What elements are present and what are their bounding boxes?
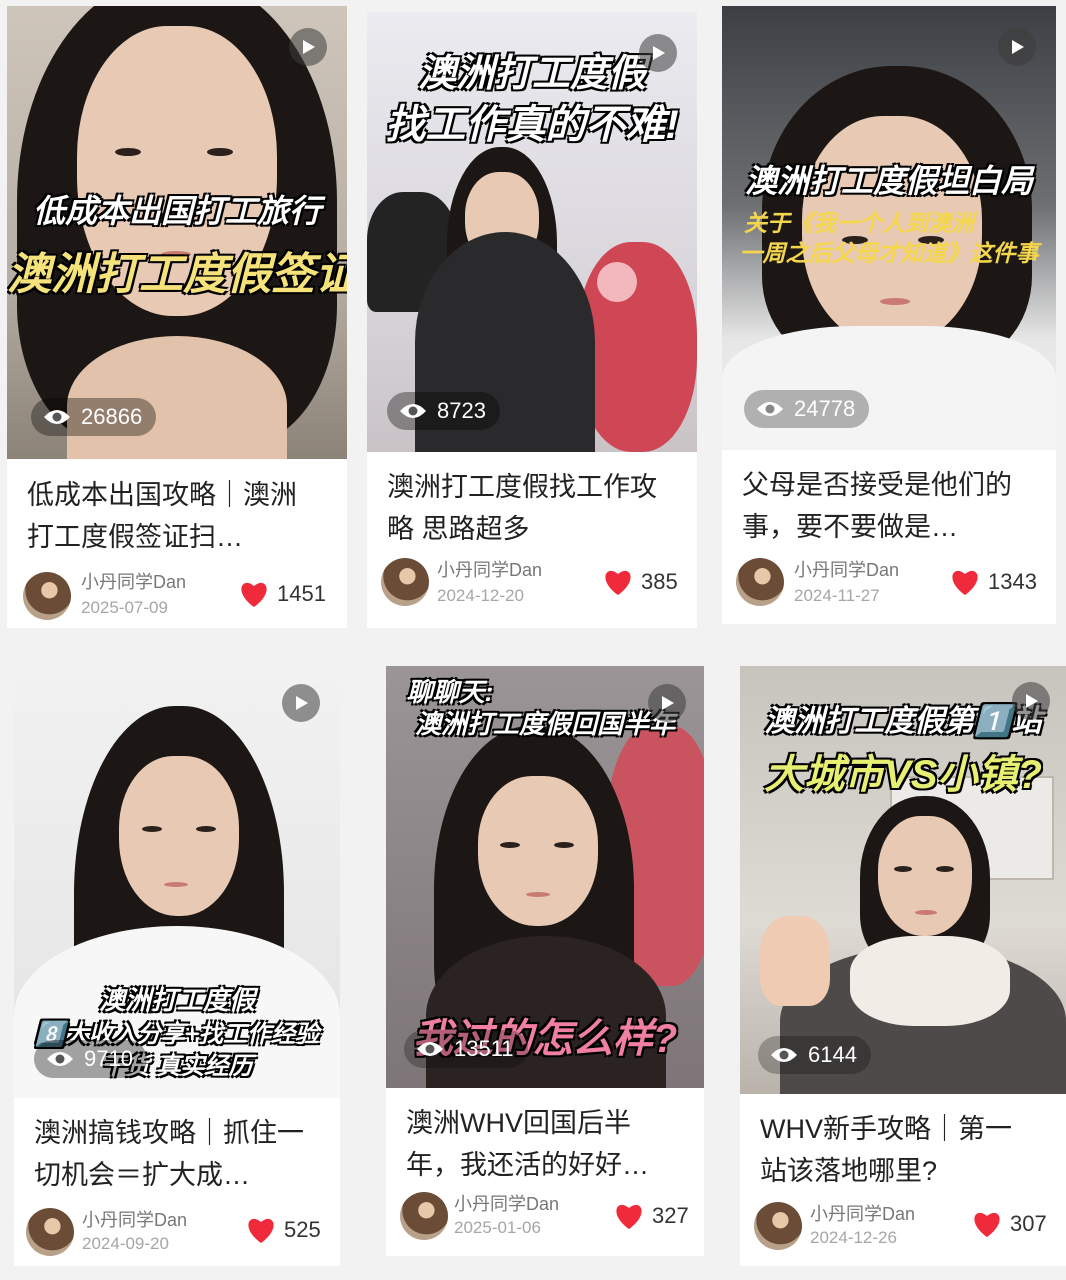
post-date: 2025-07-09 [81, 598, 168, 617]
avatar[interactable] [23, 572, 71, 620]
thumbnail-caption: 找工作真的不难! [385, 103, 679, 147]
eye-icon [44, 410, 70, 424]
video-title[interactable]: 低成本出国攻略｜澳洲打工度假签证扫… [27, 474, 317, 558]
view-count: 9710 [34, 1040, 147, 1078]
video-title[interactable]: WHV新手攻略｜第一站该落地哪里? [760, 1108, 1036, 1192]
avatar[interactable] [400, 1192, 448, 1240]
video-title[interactable]: 澳洲搞钱攻略｜抓住一切机会＝扩大成… [34, 1112, 310, 1196]
post-date: 2025-01-06 [454, 1218, 541, 1237]
like-count-value: 307 [1010, 1211, 1047, 1236]
video-title[interactable]: 澳洲打工度假找工作攻略 思路超多 [387, 466, 667, 550]
post-date: 2024-09-20 [82, 1234, 169, 1253]
eye-icon [400, 404, 426, 418]
thumbnail-caption: 一周之后父母才知道》这件事 [739, 240, 1039, 266]
like-count-value: 385 [641, 569, 678, 594]
author-name[interactable]: 小丹同学Dan [454, 1190, 559, 1216]
video-thumbnail[interactable]: 澳洲打工度假 找工作真的不难! 8723 [367, 12, 697, 452]
play-icon [653, 46, 665, 60]
view-count-value: 6144 [808, 1042, 857, 1067]
video-thumbnail[interactable]: 聊聊天: 澳洲打工度假回国半年 我过的怎么样? 13511 [386, 666, 704, 1088]
video-card[interactable]: 聊聊天: 澳洲打工度假回国半年 我过的怎么样? 13511 澳洲WHV回国后半年… [386, 666, 704, 1256]
thumbnail-caption: 低成本出国打工旅行 [32, 193, 321, 229]
thumbnail-caption: 关于《我一个人到澳洲 [744, 210, 974, 236]
video-title[interactable]: 父母是否接受是他们的事，要不要做是… [742, 464, 1026, 548]
like-count-value: 525 [284, 1217, 321, 1242]
thumbnail-caption: 澳洲打工度假坦白局 [744, 163, 1033, 199]
video-card[interactable]: 澳洲打工度假坦白局 关于《我一个人到澳洲 一周之后父母才知道》这件事 24778… [722, 6, 1056, 624]
thumbnail-caption: 澳洲打工度假签证 [7, 250, 347, 299]
view-count: 13511 [404, 1030, 528, 1068]
like-count[interactable]: 525 [246, 1216, 321, 1244]
like-count-value: 327 [652, 1203, 689, 1228]
view-count-value: 26866 [81, 404, 143, 429]
video-thumbnail[interactable]: 澳洲打工度假坦白局 关于《我一个人到澳洲 一周之后父母才知道》这件事 24778 [722, 6, 1056, 450]
play-icon [1012, 40, 1024, 54]
play-button[interactable] [998, 28, 1036, 66]
play-icon [1026, 694, 1038, 708]
like-count[interactable]: 1451 [239, 580, 326, 608]
view-count-value: 9710 [84, 1046, 133, 1071]
like-count-value: 1343 [988, 569, 1037, 594]
post-date: 2024-12-26 [810, 1228, 897, 1247]
play-icon [296, 696, 308, 710]
video-card[interactable]: 澳洲打工度假第1️⃣站 大城市VS小镇? 6144 WHV新手攻略｜第一站该落地… [740, 666, 1066, 1266]
heart-icon [952, 570, 978, 595]
heart-icon [241, 582, 267, 607]
video-title[interactable]: 澳洲WHV回国后半年，我还活的好好… [406, 1102, 674, 1186]
view-count: 8723 [387, 392, 500, 430]
play-button[interactable] [282, 684, 320, 722]
play-button[interactable] [648, 684, 686, 722]
avatar[interactable] [754, 1202, 802, 1250]
eye-icon [47, 1052, 73, 1066]
view-count-value: 13511 [454, 1036, 514, 1061]
video-thumbnail[interactable]: 澳洲打工度假 8️⃣大收入分享+找工作经验 干货 真实经历 9710 [14, 666, 340, 1098]
author-name[interactable]: 小丹同学Dan [81, 568, 186, 594]
post-date: 2024-11-27 [794, 586, 880, 605]
view-count-value: 24778 [794, 396, 856, 421]
author-name[interactable]: 小丹同学Dan [437, 556, 542, 582]
author-name[interactable]: 小丹同学Dan [82, 1206, 187, 1232]
play-icon [662, 696, 674, 710]
like-count-value: 1451 [277, 581, 326, 606]
avatar[interactable] [736, 558, 784, 606]
play-button[interactable] [1012, 682, 1050, 720]
play-button[interactable] [289, 28, 327, 66]
eye-icon [757, 402, 783, 416]
avatar[interactable] [26, 1208, 74, 1256]
heart-icon [605, 570, 631, 595]
like-count[interactable]: 1343 [950, 568, 1037, 596]
view-count-value: 8723 [437, 398, 486, 423]
video-card[interactable]: 澳洲打工度假 找工作真的不难! 8723 澳洲打工度假找工作攻略 思路超多 小丹… [367, 12, 697, 628]
view-count: 24778 [744, 390, 870, 428]
heart-icon [616, 1204, 642, 1229]
like-count[interactable]: 327 [614, 1202, 689, 1230]
view-count: 26866 [31, 398, 157, 436]
avatar[interactable] [381, 558, 429, 606]
author-name[interactable]: 小丹同学Dan [810, 1200, 915, 1226]
play-icon [303, 40, 315, 54]
eye-icon [417, 1042, 443, 1056]
video-card[interactable]: 低成本出国打工旅行 澳洲打工度假签证 26866 低成本出国攻略｜澳洲打工度假签… [7, 6, 347, 628]
eye-icon [771, 1048, 797, 1062]
video-thumbnail[interactable]: 低成本出国打工旅行 澳洲打工度假签证 26866 [7, 6, 347, 459]
author-name[interactable]: 小丹同学Dan [794, 556, 899, 582]
thumbnail-caption: 澳洲打工度假 [98, 985, 255, 1015]
video-thumbnail[interactable]: 澳洲打工度假第1️⃣站 大城市VS小镇? 6144 [740, 666, 1066, 1094]
video-card[interactable]: 澳洲打工度假 8️⃣大收入分享+找工作经验 干货 真实经历 9710 澳洲搞钱攻… [14, 666, 340, 1266]
thumbnail-caption: 大城市VS小镇? [764, 753, 1042, 797]
heart-icon [248, 1218, 274, 1243]
post-date: 2024-12-20 [437, 586, 524, 605]
view-count: 6144 [758, 1036, 871, 1074]
like-count[interactable]: 385 [603, 568, 678, 596]
play-button[interactable] [639, 34, 677, 72]
like-count[interactable]: 307 [972, 1210, 1047, 1238]
heart-icon [974, 1212, 1000, 1237]
